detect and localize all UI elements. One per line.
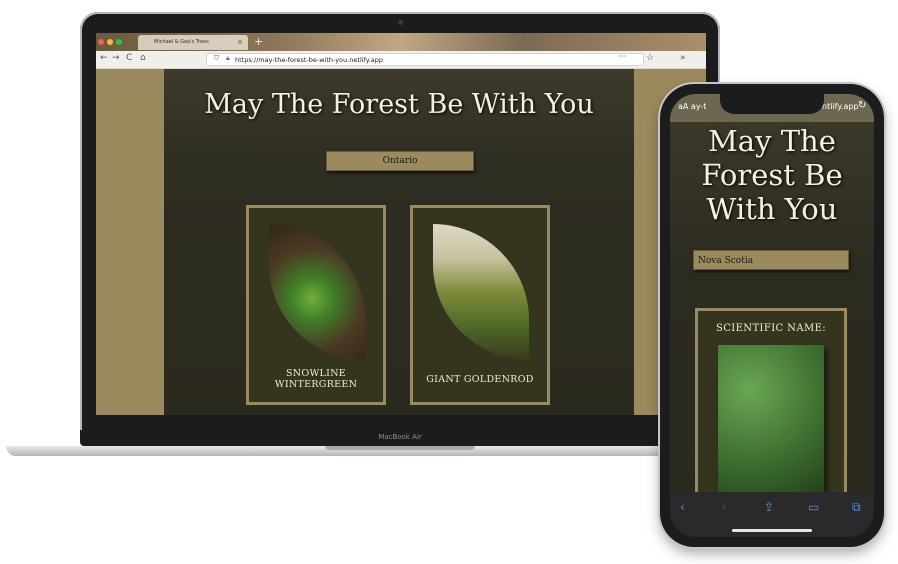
- laptop-label: MacBook Air: [378, 433, 422, 441]
- forward-icon[interactable]: ›: [722, 500, 727, 514]
- browser-tab-bar: Michael & Gea's Trees × +: [96, 33, 706, 51]
- tree-card[interactable]: GIANT GOLDENROD: [410, 205, 550, 405]
- bookmark-star-icon[interactable]: ☆: [646, 53, 654, 63]
- page-actions-icon[interactable]: ···: [618, 52, 627, 62]
- phone-page: May The Forest Be With You Nova Scotia S…: [670, 122, 874, 508]
- tree-card[interactable]: SNOWLINE WINTERGREEN: [246, 205, 386, 405]
- plant-photo: [269, 224, 365, 360]
- browser-toolbar: ← → C ⌂ https://may-the-forest-be-with-y…: [96, 51, 706, 69]
- main-content: May The Forest Be With You Ontario SNOWL…: [164, 69, 634, 415]
- share-icon[interactable]: ⇪: [764, 500, 774, 514]
- back-icon[interactable]: ←: [100, 53, 108, 63]
- site-title: May The Forest Be With You: [701, 124, 843, 226]
- card-title: SNOWLINE WINTERGREEN: [274, 368, 358, 390]
- bookmarks-icon[interactable]: ▭: [808, 500, 819, 514]
- phone-url-start[interactable]: aA ay-t: [678, 102, 706, 111]
- new-tab-icon[interactable]: +: [254, 35, 263, 48]
- home-icon[interactable]: ⌂: [140, 53, 146, 63]
- forward-icon[interactable]: →: [112, 53, 120, 63]
- plant-photo: [433, 224, 529, 360]
- plant-photo: [718, 345, 824, 495]
- phone-notch: [720, 94, 824, 114]
- tab-close-icon[interactable]: ×: [237, 38, 243, 46]
- scientific-name-heading: SCIENTIFIC NAME:: [715, 323, 827, 334]
- lock-icon: 🔒︎: [226, 54, 230, 62]
- laptop-camera: [398, 20, 403, 25]
- home-indicator[interactable]: [732, 529, 812, 532]
- card-title: GIANT GOLDENROD: [426, 374, 534, 385]
- phone-url-end[interactable]: ntlify.app: [822, 102, 859, 111]
- zoom-window-dot[interactable]: [116, 39, 122, 45]
- phone-screen: aA ay-t ntlify.app ↻ May The Forest Be W…: [670, 94, 874, 537]
- province-select[interactable]: Ontario: [326, 151, 474, 171]
- url-bar[interactable]: https://may-the-forest-be-with-you.netli…: [206, 53, 644, 66]
- tabs-icon[interactable]: ⧉: [852, 500, 861, 515]
- tree-card[interactable]: SCIENTIFIC NAME:: [695, 308, 847, 508]
- reload-icon[interactable]: C: [126, 53, 132, 63]
- reload-icon[interactable]: ↻: [858, 100, 866, 111]
- minimize-window-dot[interactable]: [107, 39, 113, 45]
- province-select[interactable]: Nova Scotia: [693, 250, 849, 270]
- browser-tab[interactable]: Michael & Gea's Trees: [138, 35, 248, 50]
- desktop-page: May The Forest Be With You Ontario SNOWL…: [96, 69, 706, 415]
- close-window-dot[interactable]: [98, 39, 104, 45]
- back-icon[interactable]: ‹: [680, 500, 685, 514]
- shield-icon[interactable]: ⛉: [214, 54, 219, 63]
- overflow-icon[interactable]: »: [680, 53, 686, 63]
- laptop-hinge-notch: [325, 446, 475, 450]
- site-title: May The Forest Be With You: [204, 89, 594, 120]
- laptop-screen: Michael & Gea's Trees × + ← → C ⌂ https:…: [96, 33, 706, 415]
